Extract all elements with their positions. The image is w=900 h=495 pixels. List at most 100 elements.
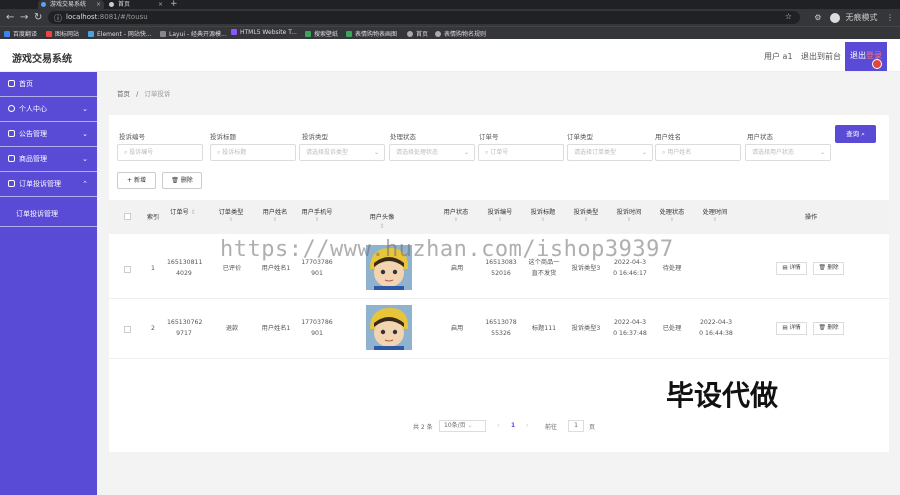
col-user-name[interactable]: 用户姓名 ⇕: [260, 208, 290, 224]
browser-tab[interactable]: 首页 ×: [106, 0, 166, 9]
tab-close-icon[interactable]: ×: [158, 0, 163, 9]
page-unit-label: 页: [589, 424, 596, 431]
next-page-button[interactable]: ›: [526, 422, 528, 429]
select-all-checkbox[interactable]: [124, 213, 131, 220]
extensions-icon[interactable]: ⚙: [814, 13, 821, 22]
mouse-cursor: [872, 59, 882, 69]
row-checkbox[interactable]: [124, 266, 131, 273]
url-text: localhost:8081/#/tousu: [66, 13, 148, 21]
omnibox[interactable]: ⓘ localhost:8081/#/tousu ☆: [48, 11, 800, 24]
complaint-title-input[interactable]: ⌕ 投诉标题: [210, 144, 296, 161]
page-size-select[interactable]: 10条/页 ⌄: [439, 420, 486, 432]
bookmark-icon: [160, 31, 166, 37]
add-button[interactable]: + 新增: [117, 172, 156, 189]
complaint-type-select[interactable]: 请选择投诉类型 ⌄: [299, 144, 385, 161]
user-name: 用户 a1: [764, 52, 793, 61]
detail-button[interactable]: ▤ 详情: [776, 262, 807, 275]
bookmark-item[interactable]: 首页: [407, 29, 428, 38]
sidebar-item-complaints[interactable]: 订单投诉管理 ⌃: [0, 172, 97, 197]
col-index: 索引: [146, 214, 160, 221]
profile-avatar[interactable]: [829, 12, 840, 23]
process-status-select[interactable]: 请选择处理状态 ⌄: [389, 144, 475, 161]
goods-icon: [8, 155, 15, 162]
col-complaint-no[interactable]: 投诉编号 ⇕: [485, 208, 515, 224]
bookmark-icon: [88, 31, 94, 37]
user-icon: [8, 105, 15, 112]
col-avatar[interactable]: 用户头像 ⇕: [367, 213, 397, 231]
breadcrumb-home[interactable]: 首页: [117, 90, 130, 98]
bookmark-item[interactable]: 搜索壁纸: [305, 29, 338, 38]
user-name-input[interactable]: ⌕ 用户姓名: [655, 144, 741, 161]
row-delete-button[interactable]: 🗑 删除: [813, 262, 844, 275]
back-icon[interactable]: ←: [6, 12, 14, 23]
reload-icon[interactable]: ↻: [34, 12, 42, 23]
tab-close-icon[interactable]: ×: [96, 0, 101, 9]
complaint-icon: [8, 180, 15, 187]
bookmark-item[interactable]: HTML5 Website T...: [231, 29, 297, 36]
menu-icon[interactable]: ⋮: [886, 13, 894, 22]
browser-tab-active[interactable]: 游戏交易系统 ×: [38, 0, 104, 9]
bookmark-item[interactable]: Element - 网站快...: [88, 29, 152, 38]
col-complaint-type[interactable]: 投诉类型 ⇕: [571, 208, 601, 224]
chevron-down-icon: ⌄: [373, 149, 379, 156]
order-type-select[interactable]: 请选择订单类型 ⌄: [567, 144, 653, 161]
bookmark-item[interactable]: 图标网站: [46, 29, 79, 38]
query-button[interactable]: 查询 ⌕: [835, 125, 876, 143]
user-status-select[interactable]: 请选择用户状态 ⌄: [745, 144, 831, 161]
col-actions: 操作: [804, 214, 818, 221]
brand-title: 游戏交易系统: [12, 54, 72, 65]
back-to-front-link[interactable]: 退出到前台: [801, 51, 841, 62]
bookmark-icon: [346, 31, 352, 37]
sidebar-item-notices[interactable]: 公告管理 ⌄: [0, 122, 97, 147]
bookmark-item[interactable]: Layui - 经典开源模...: [160, 29, 227, 38]
filter-label: 订单号: [479, 133, 499, 141]
sidebar-subitem-complaints[interactable]: 订单投诉管理: [0, 202, 97, 227]
bookmark-item[interactable]: 表情购物名规则: [435, 29, 486, 38]
new-tab-icon[interactable]: +: [170, 0, 178, 9]
chevron-down-icon: ⌄: [82, 155, 88, 163]
prev-page-button[interactable]: ‹: [497, 422, 499, 429]
col-user-status[interactable]: 用户状态 ⇕: [441, 208, 471, 224]
order-no-input[interactable]: ⌕ 订单号: [478, 144, 564, 161]
sidebar-item-home[interactable]: 首页: [0, 72, 97, 97]
col-process-time[interactable]: 处理时间 ⇕: [700, 208, 730, 224]
pagination-total: 共 2 条: [413, 424, 433, 431]
row-delete-button[interactable]: 🗑 删除: [813, 322, 844, 335]
filter-label: 投诉类型: [302, 133, 328, 141]
trash-icon: 🗑: [171, 177, 179, 184]
star-icon[interactable]: ☆: [785, 12, 792, 21]
browser-tabstrip: 游戏交易系统 × 首页 × +: [0, 0, 900, 9]
detail-button[interactable]: ▤ 详情: [776, 322, 807, 335]
col-phone[interactable]: 用户手机号 ⇕: [298, 208, 336, 224]
filter-label: 投诉标题: [210, 133, 236, 141]
col-order-no[interactable]: 订单号 ⇕: [169, 208, 197, 217]
chevron-down-icon: ⌄: [463, 149, 469, 156]
info-icon: ⓘ: [54, 14, 62, 23]
forward-icon[interactable]: →: [20, 12, 28, 23]
breadcrumb: 首页 / 订单投诉: [117, 90, 171, 98]
table-header: 索引 订单号 ⇕ 订单类型 ⇕ 用户姓名 ⇕ 用户手机号 ⇕ 用户头像 ⇕ 用户状态 ⇕…: [109, 200, 889, 234]
col-complaint-time[interactable]: 投诉时间 ⇕: [614, 208, 644, 224]
page-number[interactable]: 1: [511, 422, 515, 429]
bookmark-item[interactable]: 表情购物表画图: [346, 29, 397, 38]
table-row: 2 165130762 9717 退款 用户姓名1 17703786 901 启…: [109, 299, 889, 359]
col-order-type[interactable]: 订单类型 ⇕: [217, 208, 245, 224]
col-complaint-title[interactable]: 投诉标题 ⇕: [528, 208, 558, 224]
complaint-no-input[interactable]: ⌕ 投诉编号: [117, 144, 203, 161]
main-content: 首页 / 订单投诉 投诉编号 投诉标题 投诉类型 处理状态 订单号 订单类型 用…: [97, 72, 900, 495]
chevron-down-icon: ⌄: [82, 130, 88, 138]
notice-icon: [8, 130, 15, 137]
filter-label: 订单类型: [567, 133, 593, 141]
row-checkbox[interactable]: [124, 326, 131, 333]
goto-page-input[interactable]: 1: [568, 420, 584, 432]
globe-icon: [109, 2, 114, 7]
sidebar-item-goods[interactable]: 商品管理 ⌄: [0, 147, 97, 172]
pagination: 共 2 条 10条/页 ⌄ ‹ 1 › 前往 1 页: [109, 420, 889, 434]
app-header: 游戏交易系统 用户 a1 退出到前台 退出登录: [0, 39, 900, 72]
sidebar-item-profile[interactable]: 个人中心 ⌄: [0, 97, 97, 122]
delete-button[interactable]: 🗑 删除: [162, 172, 202, 189]
col-process-status[interactable]: 处理状态 ⇕: [657, 208, 687, 224]
chevron-down-icon: ⌄: [819, 149, 825, 156]
browser-toolbar-right: ⚙ 无痕模式 ⋮: [814, 12, 894, 23]
bookmark-item[interactable]: 百度翻译: [4, 29, 37, 38]
